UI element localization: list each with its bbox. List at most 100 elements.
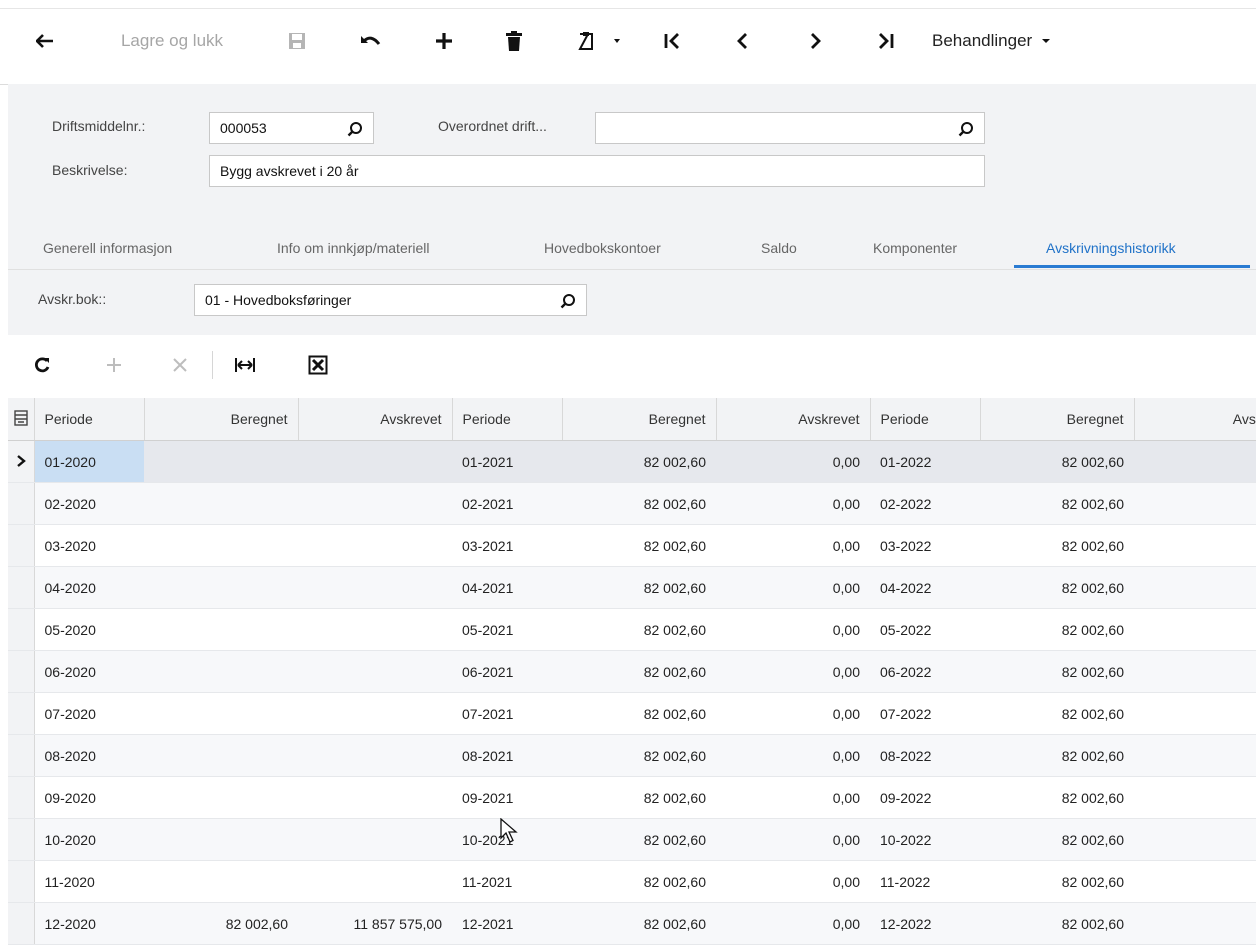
cell-calculated[interactable]: 82 002,60 bbox=[980, 650, 1134, 693]
back-button[interactable] bbox=[30, 26, 60, 56]
tab-purchase-info[interactable]: Info om innkjøp/materiell bbox=[277, 240, 430, 256]
cell-depreciated[interactable]: ( bbox=[1134, 860, 1256, 903]
cell-calculated[interactable]: 82 002,60 bbox=[562, 440, 716, 483]
cell-calculated[interactable] bbox=[144, 566, 298, 609]
cell-calculated[interactable]: 82 002,60 bbox=[562, 902, 716, 945]
cell-calculated[interactable]: 82 002,60 bbox=[562, 566, 716, 609]
cell-period[interactable]: 06-2020 bbox=[34, 650, 144, 693]
cell-depreciated[interactable]: ( bbox=[1134, 902, 1256, 945]
cell-calculated[interactable] bbox=[144, 650, 298, 693]
tab-depreciation-history[interactable]: Avskrivningshistorikk bbox=[1046, 240, 1176, 256]
cell-period[interactable]: 08-2020 bbox=[34, 734, 144, 777]
cell-period[interactable]: 10-2022 bbox=[870, 818, 980, 861]
grid-remove-button[interactable] bbox=[168, 353, 192, 377]
cell-period[interactable]: 11-2021 bbox=[452, 860, 562, 903]
cell-period[interactable]: 03-2021 bbox=[452, 524, 562, 567]
cell-depreciated[interactable] bbox=[298, 734, 452, 777]
row-indicator[interactable] bbox=[8, 818, 35, 861]
cell-calculated[interactable]: 82 002,60 bbox=[980, 482, 1134, 525]
cell-depreciated[interactable] bbox=[298, 524, 452, 567]
cell-calculated[interactable] bbox=[144, 440, 298, 483]
column-header-period[interactable]: Periode bbox=[870, 398, 981, 441]
save-close-button[interactable]: Lagre og lukk bbox=[102, 26, 242, 56]
cell-depreciated[interactable] bbox=[298, 440, 452, 483]
cell-depreciated[interactable] bbox=[298, 692, 452, 735]
cell-depreciated[interactable]: 0,00 bbox=[716, 860, 870, 903]
column-header-depreciated[interactable]: Avskr bbox=[1134, 398, 1256, 441]
column-header-depreciated[interactable]: Avskrevet bbox=[716, 398, 871, 441]
cell-depreciated[interactable]: ( bbox=[1134, 482, 1256, 525]
cell-period[interactable]: 04-2022 bbox=[870, 566, 980, 609]
tab-balance[interactable]: Saldo bbox=[761, 240, 797, 256]
last-record-button[interactable] bbox=[872, 26, 900, 56]
table-row[interactable]: 03-2020 03-2021 82 002,60 0,00 03-2022 82 002… bbox=[8, 524, 1256, 567]
cell-depreciated[interactable]: 0,00 bbox=[716, 566, 870, 609]
table-row[interactable]: 07-2020 07-2021 82 002,60 0,00 07-2022 82 002… bbox=[8, 692, 1256, 735]
column-header-period[interactable]: Periode bbox=[34, 398, 145, 441]
cell-period[interactable]: 01-2020 bbox=[34, 440, 144, 483]
excel-export-button[interactable] bbox=[306, 353, 330, 377]
first-record-button[interactable] bbox=[658, 26, 686, 56]
cell-depreciated[interactable]: ( bbox=[1134, 566, 1256, 609]
add-button[interactable] bbox=[430, 26, 458, 56]
previous-record-button[interactable] bbox=[730, 26, 754, 56]
column-header-calculated[interactable]: Beregnet bbox=[144, 398, 299, 441]
table-row[interactable]: 05-2020 05-2021 82 002,60 0,00 05-2022 82 002… bbox=[8, 608, 1256, 651]
cell-period[interactable]: 02-2021 bbox=[452, 482, 562, 525]
cell-period[interactable]: 07-2021 bbox=[452, 692, 562, 735]
cell-period[interactable]: 12-2021 bbox=[452, 902, 562, 945]
cell-period[interactable]: 02-2022 bbox=[870, 482, 980, 525]
cell-depreciated[interactable]: 0,00 bbox=[716, 692, 870, 735]
tab-general-info[interactable]: Generell informasjon bbox=[43, 240, 172, 256]
cell-calculated[interactable] bbox=[144, 692, 298, 735]
cell-calculated[interactable]: 82 002,60 bbox=[562, 818, 716, 861]
row-indicator[interactable] bbox=[8, 608, 35, 651]
cell-depreciated[interactable]: ( bbox=[1134, 608, 1256, 651]
row-indicator[interactable] bbox=[8, 524, 35, 567]
cell-depreciated[interactable]: 0,00 bbox=[716, 482, 870, 525]
save-button[interactable] bbox=[284, 26, 310, 56]
cell-depreciated[interactable] bbox=[298, 482, 452, 525]
cell-period[interactable]: 09-2022 bbox=[870, 776, 980, 819]
row-indicator[interactable] bbox=[8, 860, 35, 903]
cell-calculated[interactable]: 82 002,60 bbox=[562, 734, 716, 777]
book-field[interactable]: 01 - Hovedboksføringer bbox=[194, 284, 587, 316]
cell-period[interactable]: 02-2020 bbox=[34, 482, 144, 525]
cell-period[interactable]: 05-2020 bbox=[34, 608, 144, 651]
table-row[interactable]: 10-2020 10-2021 82 002,60 0,00 10-2022 82 002… bbox=[8, 818, 1256, 861]
row-indicator[interactable] bbox=[8, 692, 35, 735]
description-field[interactable]: Bygg avskrevet i 20 år bbox=[209, 155, 985, 187]
cell-depreciated[interactable]: ( bbox=[1134, 734, 1256, 777]
refresh-button[interactable] bbox=[30, 353, 54, 377]
cell-period[interactable]: 12-2020 bbox=[34, 902, 144, 945]
cell-calculated[interactable] bbox=[144, 524, 298, 567]
cell-calculated[interactable]: 82 002,60 bbox=[980, 566, 1134, 609]
cell-calculated[interactable]: 82 002,60 bbox=[980, 860, 1134, 903]
cell-period[interactable]: 09-2021 bbox=[452, 776, 562, 819]
row-indicator[interactable] bbox=[8, 482, 35, 525]
cell-calculated[interactable]: 82 002,60 bbox=[144, 902, 298, 945]
cell-period[interactable]: 04-2021 bbox=[452, 566, 562, 609]
cell-depreciated[interactable]: ( bbox=[1134, 692, 1256, 735]
cell-period[interactable]: 03-2022 bbox=[870, 524, 980, 567]
cell-calculated[interactable] bbox=[144, 608, 298, 651]
cell-depreciated[interactable] bbox=[298, 776, 452, 819]
table-row[interactable]: 06-2020 06-2021 82 002,60 0,00 06-2022 82 002… bbox=[8, 650, 1256, 693]
parent-asset-field[interactable] bbox=[595, 112, 985, 144]
cell-period[interactable]: 07-2020 bbox=[34, 692, 144, 735]
cell-calculated[interactable]: 82 002,60 bbox=[562, 860, 716, 903]
cell-period[interactable]: 01-2022 bbox=[870, 440, 980, 483]
cell-depreciated[interactable] bbox=[298, 818, 452, 861]
cell-depreciated[interactable] bbox=[298, 860, 452, 903]
table-row[interactable]: 08-2020 08-2021 82 002,60 0,00 08-2022 82 002… bbox=[8, 734, 1256, 777]
cell-depreciated[interactable] bbox=[298, 650, 452, 693]
clipboard-dropdown-button[interactable] bbox=[574, 26, 624, 56]
cell-calculated[interactable]: 82 002,60 bbox=[980, 818, 1134, 861]
cell-period[interactable]: 09-2020 bbox=[34, 776, 144, 819]
cell-period[interactable]: 03-2020 bbox=[34, 524, 144, 567]
table-row[interactable]: 11-2020 11-2021 82 002,60 0,00 11-2022 82 002… bbox=[8, 860, 1256, 903]
row-indicator[interactable] bbox=[8, 650, 35, 693]
cell-period[interactable]: 08-2021 bbox=[452, 734, 562, 777]
cell-calculated[interactable] bbox=[144, 776, 298, 819]
cell-calculated[interactable] bbox=[144, 818, 298, 861]
